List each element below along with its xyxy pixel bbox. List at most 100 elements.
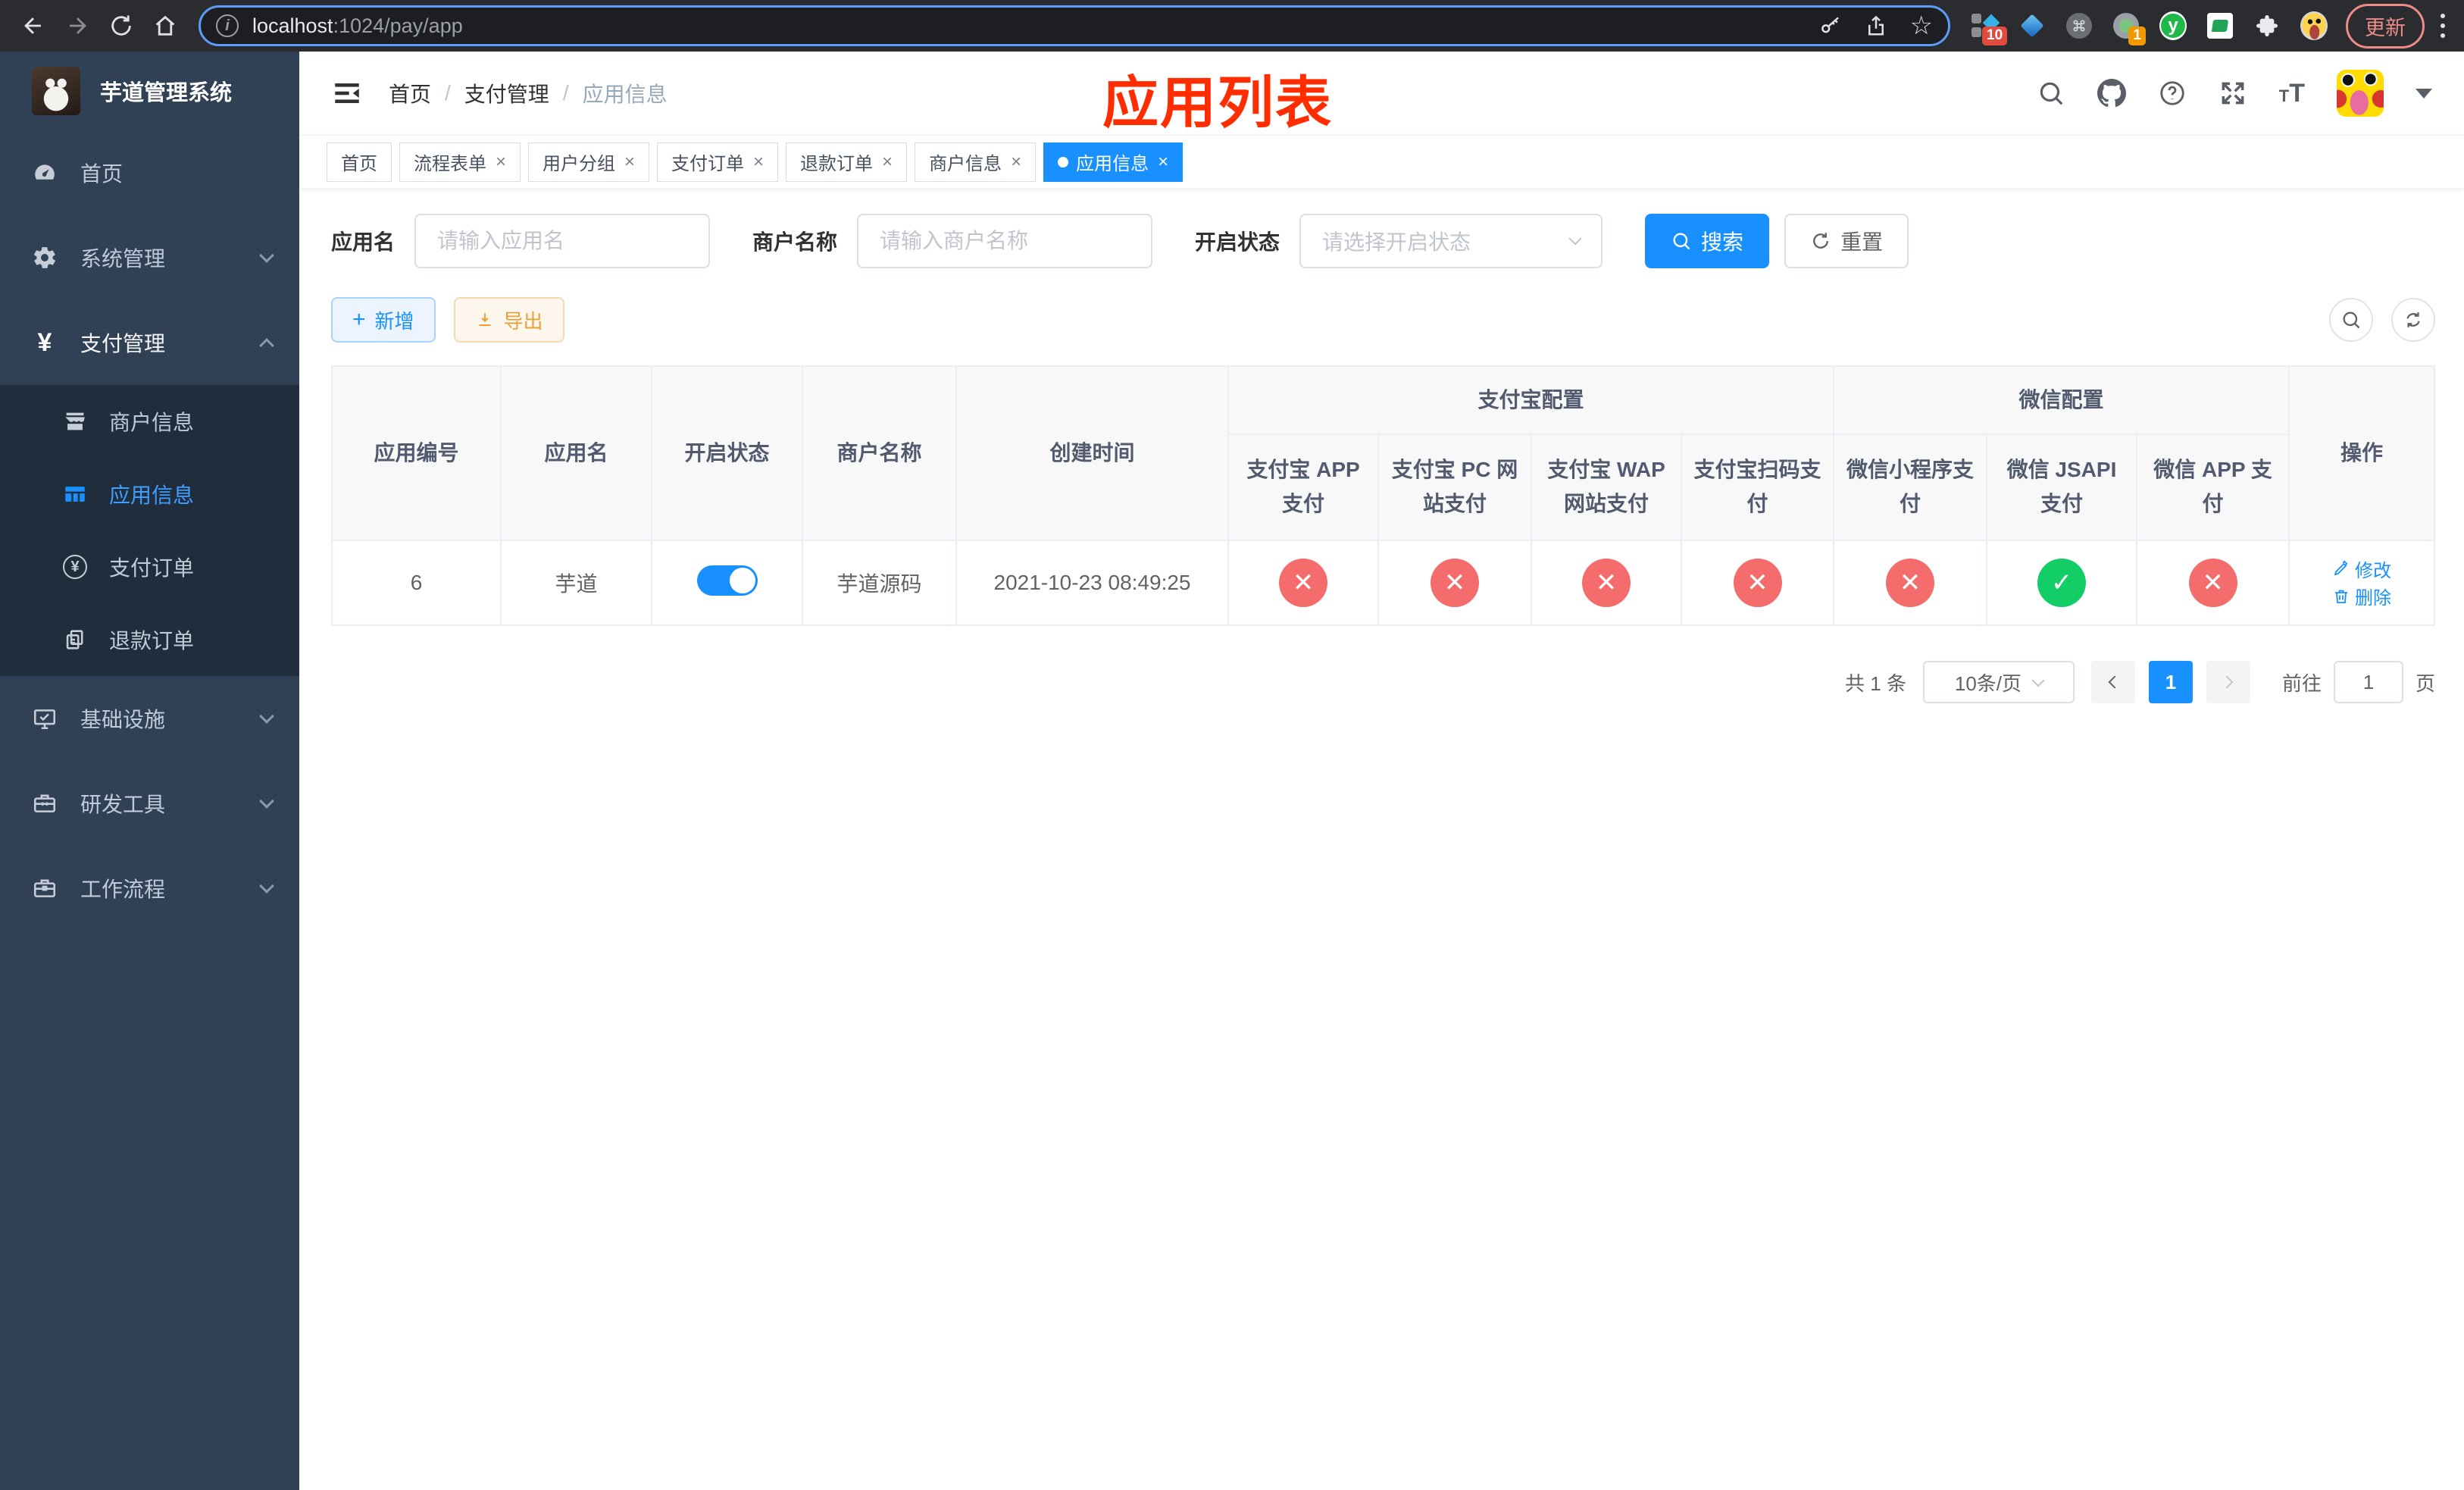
font-size-icon[interactable]: TT bbox=[2279, 79, 2305, 108]
chevron-down-icon bbox=[259, 794, 274, 809]
status-select[interactable]: 请选择开启状态 bbox=[1299, 214, 1603, 268]
app-name-input[interactable] bbox=[437, 229, 688, 253]
col-header-merchant: 商户名称 bbox=[802, 365, 957, 541]
edit-button[interactable]: 修改 bbox=[2332, 556, 2391, 582]
fullscreen-icon[interactable] bbox=[2219, 79, 2247, 108]
tab-app-info[interactable]: 应用信息 × bbox=[1043, 142, 1184, 182]
status-wx-mini-icon: ✕ bbox=[1886, 559, 1935, 607]
search-button[interactable]: 搜索 bbox=[1645, 214, 1770, 268]
close-icon[interactable]: × bbox=[1011, 152, 1021, 173]
tab-pay-orders[interactable]: 支付订单 × bbox=[657, 142, 779, 182]
sidebar-item-refund-orders[interactable]: 退款订单 bbox=[0, 603, 299, 676]
goto-page-input[interactable] bbox=[2333, 661, 2403, 703]
merchant-name-input[interactable] bbox=[880, 229, 1130, 253]
sidebar-item-payment[interactable]: ¥ 支付管理 bbox=[0, 300, 299, 385]
cell-created-at: 2021-10-23 08:49:25 bbox=[955, 540, 1229, 626]
extension-chat-icon[interactable] bbox=[2206, 12, 2234, 39]
sidebar-item-label: 支付订单 bbox=[109, 556, 195, 580]
active-dot bbox=[1058, 156, 1069, 167]
sidebar-item-workflow[interactable]: 工作流程 bbox=[0, 846, 299, 931]
tab-refund-orders[interactable]: 退款订单 × bbox=[786, 142, 908, 182]
tab-merchant-info[interactable]: 商户信息 × bbox=[915, 142, 1037, 182]
user-avatar[interactable] bbox=[2337, 70, 2384, 117]
sidebar-item-label: 支付管理 bbox=[80, 332, 166, 355]
home-icon bbox=[155, 15, 175, 36]
share-icon[interactable] bbox=[1865, 14, 1887, 37]
tab-process-form[interactable]: 流程表单 × bbox=[399, 142, 521, 182]
tab-home[interactable]: 首页 bbox=[327, 142, 392, 182]
help-icon[interactable] bbox=[2158, 79, 2187, 108]
extension-blocks-icon[interactable]: 10 bbox=[1972, 12, 2008, 45]
extension-command-icon[interactable] bbox=[2065, 12, 2093, 39]
github-icon[interactable] bbox=[2097, 79, 2126, 108]
status-alipay-pc-icon: ✕ bbox=[1431, 559, 1479, 607]
tab-user-group[interactable]: 用户分组 × bbox=[528, 142, 650, 182]
close-icon[interactable]: × bbox=[1158, 152, 1168, 173]
hamburger-icon bbox=[335, 83, 359, 103]
toolbox-icon bbox=[32, 790, 58, 816]
sidebar-item-label: 研发工具 bbox=[80, 793, 166, 816]
chrome-update-button[interactable]: 更新 bbox=[2346, 3, 2425, 49]
sidebar-item-merchant-info[interactable]: 商户信息 bbox=[0, 385, 299, 458]
sidebar-item-home[interactable]: 首页 bbox=[0, 130, 299, 215]
breadcrumb: 首页 / 支付管理 / 应用信息 bbox=[389, 78, 668, 108]
breadcrumb-current: 应用信息 bbox=[582, 83, 668, 106]
apps-table: 应用编号 应用名 开启状态 商户名称 创建时间 支付宝配置 微信配置 操作 支付… bbox=[331, 365, 2435, 626]
breadcrumb-payment[interactable]: 支付管理 bbox=[464, 78, 549, 108]
extension-recorder-icon[interactable]: 1 bbox=[2112, 12, 2146, 45]
search-icon[interactable] bbox=[2037, 79, 2065, 108]
cell-app-id: 6 bbox=[331, 540, 502, 626]
export-button[interactable]: 导出 bbox=[453, 297, 564, 343]
browser-back-button[interactable] bbox=[14, 6, 53, 45]
extension-y-icon[interactable]: y bbox=[2159, 11, 2187, 40]
col-header-app-id: 应用编号 bbox=[331, 365, 502, 541]
refresh-table-button[interactable] bbox=[2391, 298, 2435, 342]
sidebar: 芋道管理系统 首页 系统管理 ¥ 支付管理 商户信息 应用信息 ¥ 支付订单 退… bbox=[0, 52, 299, 1490]
close-icon[interactable]: × bbox=[882, 152, 893, 173]
extensions-menu-icon[interactable] bbox=[2253, 12, 2281, 39]
close-icon[interactable]: × bbox=[496, 152, 506, 173]
browser-reload-button[interactable] bbox=[102, 6, 141, 45]
reset-button[interactable]: 重置 bbox=[1784, 214, 1909, 268]
sidebar-item-dev-tools[interactable]: 研发工具 bbox=[0, 761, 299, 846]
extension-kite-icon[interactable] bbox=[2018, 12, 2046, 39]
browser-forward-button[interactable] bbox=[58, 6, 97, 45]
top-navbar: 首页 / 支付管理 / 应用信息 应用列表 TT bbox=[299, 52, 2464, 135]
bookmark-star-icon[interactable]: ☆ bbox=[1910, 13, 1933, 39]
gear-icon bbox=[32, 245, 58, 271]
sidebar-item-system[interactable]: 系统管理 bbox=[0, 215, 299, 300]
next-page-button[interactable] bbox=[2206, 661, 2250, 703]
prev-page-button[interactable] bbox=[2090, 661, 2135, 703]
user-menu-caret-icon[interactable] bbox=[2416, 88, 2432, 99]
site-info-icon[interactable]: i bbox=[216, 14, 239, 37]
add-button[interactable]: + 新增 bbox=[331, 297, 436, 343]
sidebar-item-app-info[interactable]: 应用信息 bbox=[0, 458, 299, 531]
chevron-down-icon bbox=[259, 709, 274, 724]
col-header-wx-jsapi: 微信 JSAPI 支付 bbox=[1986, 434, 2138, 541]
sidebar-item-pay-orders[interactable]: ¥ 支付订单 bbox=[0, 531, 299, 603]
documents-icon bbox=[62, 627, 88, 653]
page-number-1[interactable]: 1 bbox=[2148, 661, 2193, 703]
browser-menu-icon[interactable] bbox=[2440, 11, 2446, 41]
sidebar-item-infrastructure[interactable]: 基础设施 bbox=[0, 676, 299, 761]
app-logo[interactable]: 芋道管理系统 bbox=[0, 52, 299, 130]
close-icon[interactable]: × bbox=[624, 152, 635, 173]
col-header-alipay-app: 支付宝 APP 支付 bbox=[1227, 434, 1379, 541]
table-row: 6 芋道 芋道源码 2021-10-23 08:49:25 ✕ ✕ ✕ ✕ ✕ … bbox=[331, 540, 2435, 626]
sidebar-collapse-button[interactable] bbox=[331, 77, 363, 109]
enabled-switch[interactable] bbox=[696, 565, 758, 596]
breadcrumb-home[interactable]: 首页 bbox=[389, 78, 431, 108]
logo-image bbox=[32, 67, 80, 115]
toggle-search-button[interactable] bbox=[2329, 298, 2373, 342]
extension-badge: 1 bbox=[2128, 27, 2146, 45]
browser-profile-avatar[interactable] bbox=[2300, 11, 2328, 40]
password-key-icon[interactable] bbox=[1819, 14, 1842, 37]
yen-icon: ¥ bbox=[37, 328, 52, 357]
col-header-created: 创建时间 bbox=[955, 365, 1229, 541]
address-bar[interactable]: i localhost:1024/pay/app ☆ bbox=[199, 5, 1950, 46]
page-size-select[interactable]: 10条/页 bbox=[1922, 661, 2075, 703]
browser-home-button[interactable] bbox=[145, 6, 185, 45]
delete-button[interactable]: 删除 bbox=[2332, 583, 2391, 609]
pagination: 共 1 条 10条/页 1 前往 页 bbox=[331, 661, 2435, 703]
close-icon[interactable]: × bbox=[753, 152, 764, 173]
